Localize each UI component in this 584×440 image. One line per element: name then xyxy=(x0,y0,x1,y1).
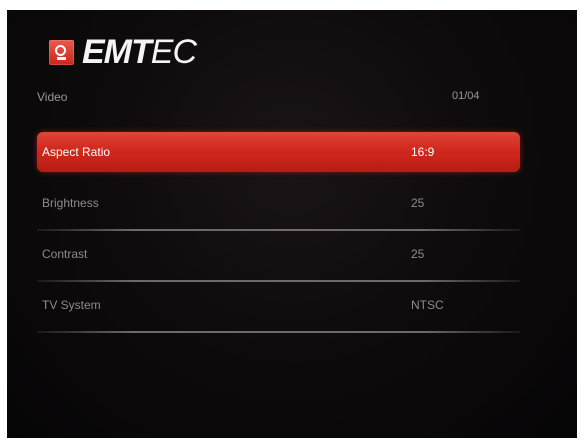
menu-item-label: Contrast xyxy=(42,247,88,261)
menu-item-label: TV System xyxy=(42,298,101,312)
menu-item-body: Brightness 25 xyxy=(37,183,520,223)
emtec-logo-text: EMTEC xyxy=(82,33,197,71)
tv-screen: EMTEC Video 01/04 Aspect Ratio 16:9 Brig… xyxy=(7,10,577,438)
menu-item-body: TV System NTSC xyxy=(37,285,520,325)
menu-divider xyxy=(37,331,520,333)
logo-text-bold: EMT xyxy=(82,33,152,71)
logo-text-light: EC xyxy=(150,33,197,71)
menu-item-value: 25 xyxy=(411,247,425,261)
menu-item-tv-system[interactable]: TV System NTSC xyxy=(37,285,520,336)
menu-item-contrast[interactable]: Contrast 25 xyxy=(37,234,520,285)
settings-menu: Aspect Ratio 16:9 Brightness 25 Contrast… xyxy=(37,132,520,336)
menu-divider xyxy=(37,280,520,282)
menu-item-label: Brightness xyxy=(42,196,99,210)
menu-item-highlight: Aspect Ratio 16:9 xyxy=(37,132,520,172)
emtec-logo-icon xyxy=(49,39,74,65)
menu-item-brightness[interactable]: Brightness 25 xyxy=(37,183,520,234)
section-title: Video xyxy=(37,90,68,104)
menu-divider xyxy=(37,229,520,231)
menu-item-value: 25 xyxy=(411,196,425,210)
page-indicator: 01/04 xyxy=(452,90,480,102)
menu-item-value: 16:9 xyxy=(411,145,435,159)
emtec-logo: EMTEC xyxy=(49,33,197,71)
menu-item-aspect-ratio[interactable]: Aspect Ratio 16:9 xyxy=(37,132,520,183)
menu-item-label: Aspect Ratio xyxy=(42,145,111,159)
menu-item-value: NTSC xyxy=(411,298,444,312)
menu-item-body: Contrast 25 xyxy=(37,234,520,274)
